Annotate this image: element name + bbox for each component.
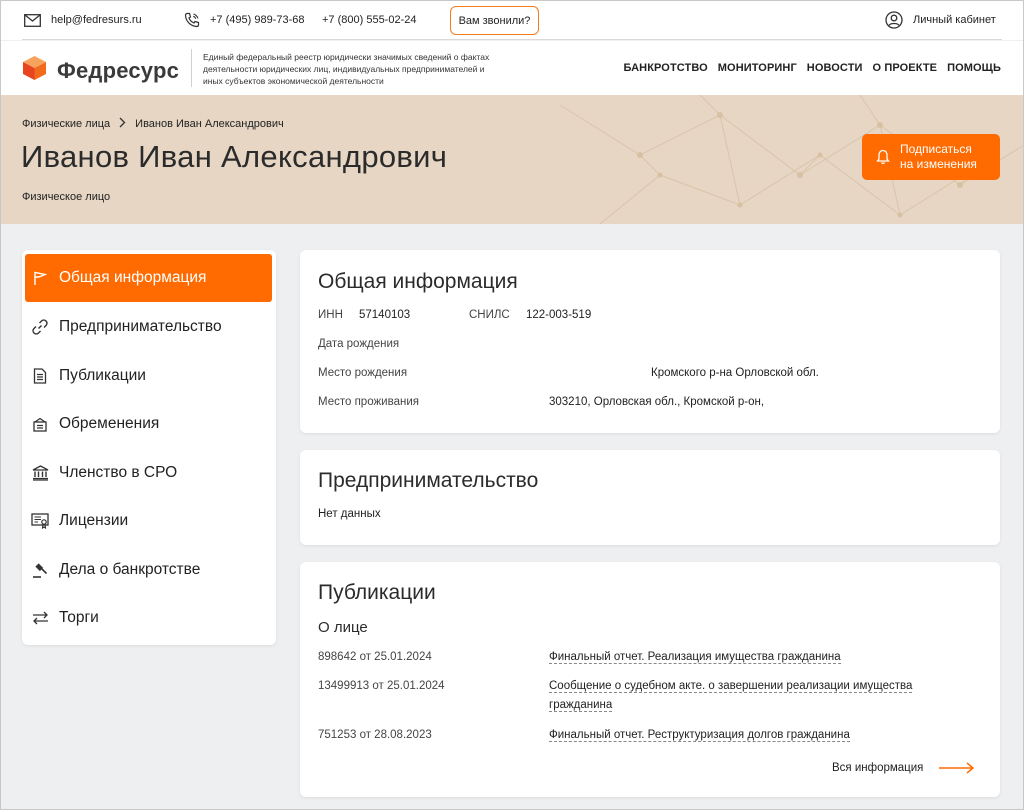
email-text: help@fedresurs.ru	[51, 14, 142, 26]
breadcrumb: Физические лица Иванов Иван Александрови…	[22, 117, 284, 131]
user-icon	[885, 11, 903, 29]
phone-text-1: +7 (495) 989-73-68	[210, 14, 305, 26]
sidebar-item-publications[interactable]: Публикации	[25, 352, 272, 400]
subscribe-label-line1: Подписаться	[900, 142, 972, 156]
nav-bankruptcy[interactable]: БАНКРОТСТВО	[624, 62, 708, 74]
logo-name: Федресурс	[57, 57, 180, 83]
top-bar: help@fedresurs.ru +7 (495) 989-73-68 +7 …	[0, 0, 1024, 40]
publication-id: 898642 от 25.01.2024	[318, 651, 432, 663]
birth-date-label: Дата рождения	[318, 338, 400, 350]
all-info-label: Вся информация	[832, 762, 924, 774]
page-subtitle: Физическое лицо	[22, 191, 111, 203]
inn-value: 57140103	[359, 309, 411, 321]
publications-subtitle: О лице	[318, 619, 368, 636]
business-card: Предпринимательство Нет данных	[300, 450, 1000, 545]
mail-icon	[24, 13, 41, 27]
snils-value: 122-003-519	[526, 309, 592, 321]
topbar-divider	[22, 39, 1002, 40]
publications-card: Публикации О лице 898642 от 25.01.2024 Ф…	[300, 562, 1000, 797]
logo-divider	[191, 49, 192, 87]
residence-value: 303210, Орловская обл., Кромской р-он,	[549, 396, 765, 408]
sidebar-item-label: Предпринимательство	[59, 318, 222, 335]
flag-icon	[31, 271, 49, 286]
phone-link-2[interactable]: +7 (800) 555-02-24	[322, 0, 416, 40]
account-link[interactable]: Личный кабинет	[885, 0, 996, 40]
birth-place-value: Кромского р-на Орловской обл.	[651, 367, 819, 379]
bell-icon	[876, 149, 890, 165]
gavel-icon	[31, 562, 49, 578]
publication-link[interactable]: Финальный отчет. Реструктуризация долгов…	[549, 726, 959, 745]
all-info-link[interactable]: Вся информация	[832, 762, 975, 774]
site-header: Федресурс Единый федеральный реестр юрид…	[0, 41, 1024, 95]
sidebar-item-trades[interactable]: Торги	[25, 594, 272, 642]
nav-news[interactable]: НОВОСТИ	[807, 62, 863, 74]
sidebar-item-label: Публикации	[59, 367, 146, 384]
subscribe-label-line2: на изменения	[900, 157, 977, 171]
sidebar-item-label: Обременения	[59, 415, 160, 432]
business-empty-text: Нет данных	[318, 508, 381, 520]
logo-link[interactable]: Федресурс	[22, 55, 179, 86]
callback-button[interactable]: Вам звонили?	[450, 6, 539, 35]
fedresurs-logo-icon	[22, 55, 47, 86]
sidebar-item-licenses[interactable]: Лицензии	[25, 497, 272, 545]
exchange-icon	[31, 611, 49, 625]
logo-description: Единый федеральный реестр юридически зна…	[203, 52, 490, 86]
main-nav: БАНКРОТСТВО МОНИТОРИНГ НОВОСТИ О ПРОЕКТЕ…	[624, 41, 1001, 95]
phone-link-1[interactable]: +7 (495) 989-73-68	[184, 0, 304, 40]
publications-title: Публикации	[318, 581, 436, 604]
page-title: Иванов Иван Александрович	[21, 139, 448, 174]
page-hero: Физические лица Иванов Иван Александрови…	[0, 95, 1024, 224]
certificate-icon	[31, 513, 49, 529]
account-label: Личный кабинет	[913, 14, 996, 26]
breadcrumb-individuals[interactable]: Физические лица	[22, 118, 110, 130]
section-sidebar: Общая информация Предпринимательство Пуб…	[22, 250, 276, 645]
publication-link-text: Сообщение о судебном акте. о завершении …	[549, 680, 913, 693]
nav-monitoring[interactable]: МОНИТОРИНГ	[718, 62, 797, 74]
sidebar-item-business[interactable]: Предпринимательство	[25, 303, 272, 351]
business-title: Предпринимательство	[318, 469, 539, 492]
subscribe-label: Подписаться на изменения	[900, 142, 977, 172]
sidebar-item-label: Членство в СРО	[59, 464, 178, 481]
sidebar-item-label: Торги	[59, 609, 99, 626]
sidebar-item-label: Лицензии	[59, 512, 129, 529]
residence-label: Место проживания	[318, 396, 419, 408]
sidebar-item-encumbrances[interactable]: Обременения	[25, 400, 272, 448]
breadcrumb-current: Иванов Иван Александрович	[135, 118, 284, 130]
general-info-card: Общая информация ИНН 57140103 СНИЛС 122-…	[300, 250, 1000, 433]
phone-icon	[184, 12, 200, 28]
publication-link[interactable]: Финальный отчет. Реализация имущества гр…	[549, 648, 959, 667]
sidebar-item-label: Дела о банкротстве	[59, 561, 201, 578]
general-info-title: Общая информация	[318, 270, 518, 293]
arrow-right-icon	[939, 762, 975, 774]
archive-icon	[31, 417, 49, 432]
document-icon	[31, 368, 49, 384]
publication-id: 751253 от 28.08.2023	[318, 729, 432, 741]
subscribe-button[interactable]: Подписаться на изменения	[862, 134, 1000, 180]
chevron-right-icon	[119, 117, 126, 131]
email-link[interactable]: help@fedresurs.ru	[24, 0, 142, 40]
publication-link-text-cont: гражданина	[549, 699, 613, 712]
sidebar-item-general[interactable]: Общая информация	[25, 254, 272, 302]
publication-link-text: Финальный отчет. Реализация имущества гр…	[549, 651, 841, 664]
nav-about[interactable]: О ПРОЕКТЕ	[873, 62, 938, 74]
link-icon	[31, 319, 49, 335]
birth-place-label: Место рождения	[318, 367, 408, 379]
publication-link-text: Финальный отчет. Реструктуризация долгов…	[549, 729, 850, 742]
sidebar-item-sro[interactable]: Членство в СРО	[25, 449, 272, 497]
phone-text-2: +7 (800) 555-02-24	[322, 14, 417, 26]
snils-label: СНИЛС	[469, 309, 510, 321]
nav-help[interactable]: ПОМОЩЬ	[947, 62, 1001, 74]
callback-label: Вам звонили?	[458, 14, 531, 27]
sidebar-item-bankruptcy[interactable]: Дела о банкротстве	[25, 546, 272, 594]
publication-link[interactable]: Сообщение о судебном акте. о завершении …	[549, 677, 959, 715]
sidebar-item-label: Общая информация	[59, 269, 207, 286]
publication-id: 13499913 от 25.01.2024	[318, 680, 445, 692]
inn-label: ИНН	[318, 309, 343, 321]
bank-icon	[31, 465, 49, 481]
